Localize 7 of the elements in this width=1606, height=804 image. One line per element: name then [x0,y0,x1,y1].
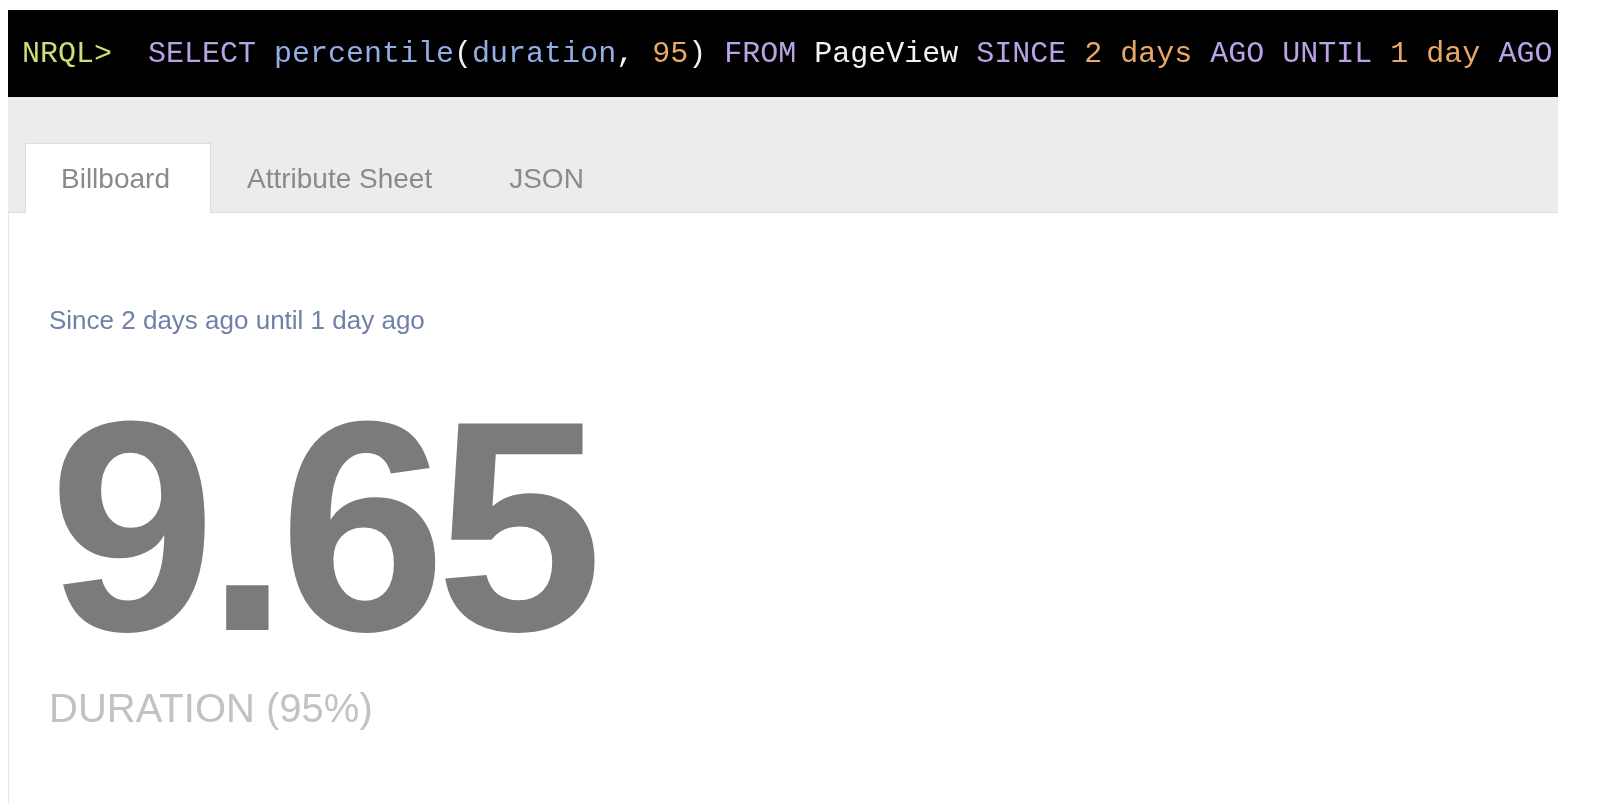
tab[interactable]: JSON [473,143,625,213]
query-bar[interactable]: NRQL> SELECT percentile(duration, 95) FROM PageView SINCE 2 days AGO UNTIL 1 day AGO [8,10,1558,97]
tab[interactable]: Billboard [25,143,211,213]
time-range-text: Since 2 days ago until 1 day ago [49,305,426,336]
metric-label: DURATION (95%) [49,686,374,731]
tab[interactable]: Attribute Sheet [210,143,474,213]
billboard-value: 9.65 [49,376,595,676]
